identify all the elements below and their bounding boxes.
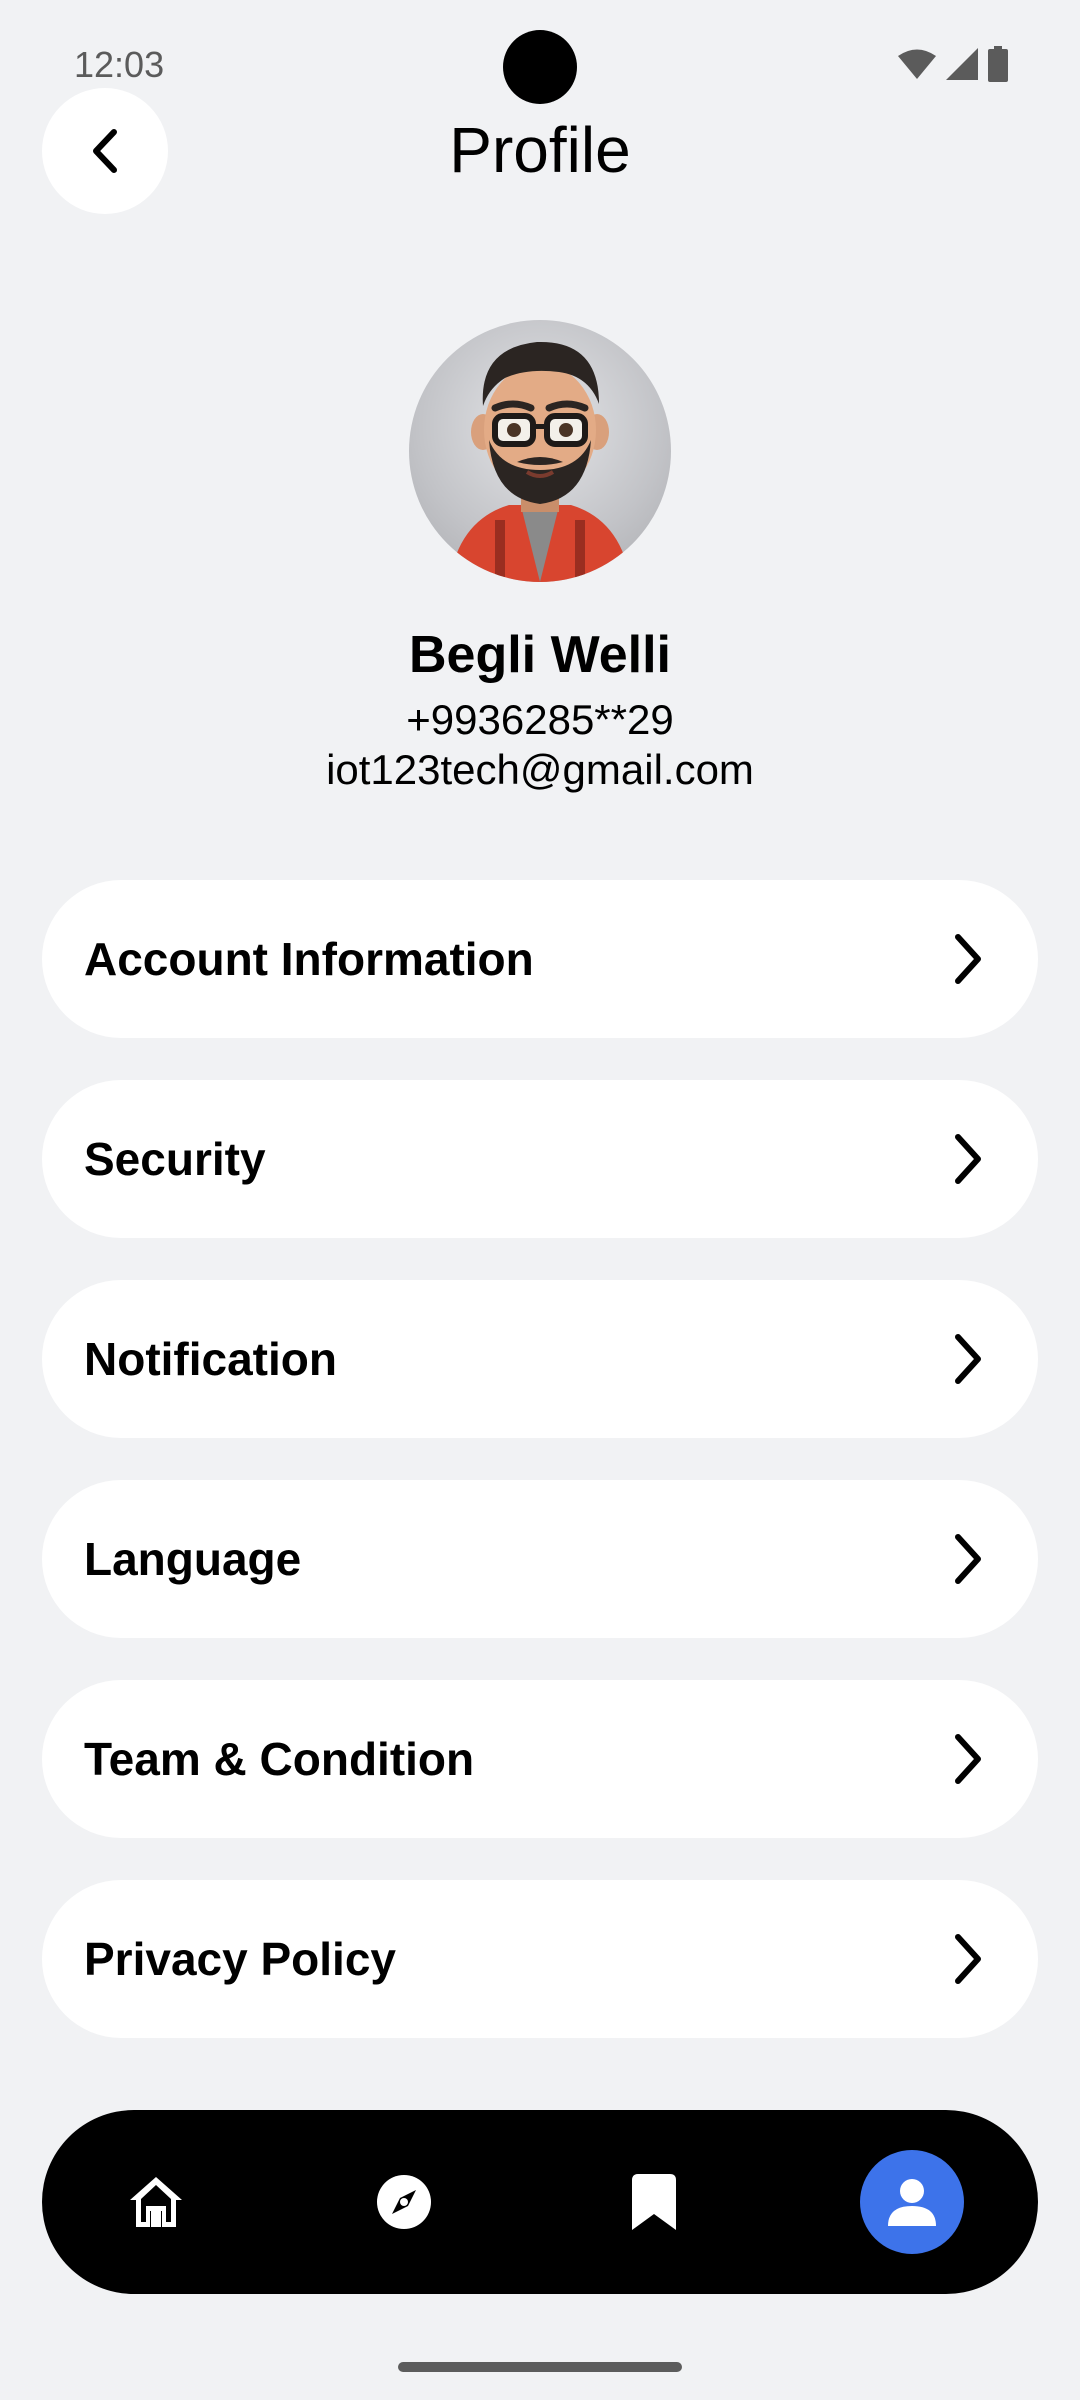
bottom-nav — [42, 2110, 1038, 2294]
menu-item-security[interactable]: Security — [42, 1080, 1038, 1238]
wifi-icon — [898, 49, 936, 79]
menu-item-label: Notification — [84, 1333, 337, 1385]
camera-cutout — [503, 30, 577, 104]
nav-bookmarks[interactable] — [602, 2150, 706, 2254]
chevron-right-icon — [948, 1329, 988, 1389]
avatar — [409, 320, 671, 582]
bookmark-icon — [632, 2174, 676, 2230]
signal-icon — [946, 48, 978, 80]
user-icon — [888, 2179, 936, 2226]
battery-icon — [988, 46, 1008, 82]
menu-item-privacy-policy[interactable]: Privacy Policy — [42, 1880, 1038, 2038]
page-title: Profile — [449, 114, 631, 186]
menu-item-label: Team & Condition — [84, 1733, 475, 1785]
menu-item-account-information[interactable]: Account Information — [42, 880, 1038, 1038]
user-phone: +9936285**29 — [406, 696, 674, 743]
chevron-right-icon — [948, 929, 988, 989]
menu-item-terms-condition[interactable]: Team & Condition — [42, 1680, 1038, 1838]
chevron-right-icon — [948, 1129, 988, 1189]
settings-menu: Account Information Security Notificatio… — [42, 880, 1038, 2080]
menu-item-label: Account Information — [84, 933, 534, 985]
menu-item-language[interactable]: Language — [42, 1480, 1038, 1638]
status-icons — [898, 46, 1008, 82]
menu-item-label: Language — [84, 1533, 302, 1585]
nav-profile[interactable] — [860, 2150, 964, 2254]
chevron-right-icon — [948, 1729, 988, 1789]
chevron-right-icon — [948, 1929, 988, 1989]
menu-item-label: Privacy Policy — [84, 1933, 396, 1985]
chevron-right-icon — [948, 1529, 988, 1589]
user-name: Begli Welli — [409, 626, 671, 684]
nav-home[interactable] — [104, 2150, 208, 2254]
profile-screen: 12:03 Profile Begli Welli +9936285**29 i… — [0, 0, 1080, 2400]
user-email: iot123tech@gmail.com — [326, 746, 754, 793]
compass-icon — [377, 2175, 431, 2229]
home-indicator[interactable] — [398, 2362, 682, 2372]
nav-explore[interactable] — [352, 2150, 456, 2254]
home-icon — [130, 2177, 182, 2227]
menu-item-notification[interactable]: Notification — [42, 1280, 1038, 1438]
menu-item-label: Security — [84, 1133, 266, 1185]
status-time: 12:03 — [74, 44, 165, 85]
